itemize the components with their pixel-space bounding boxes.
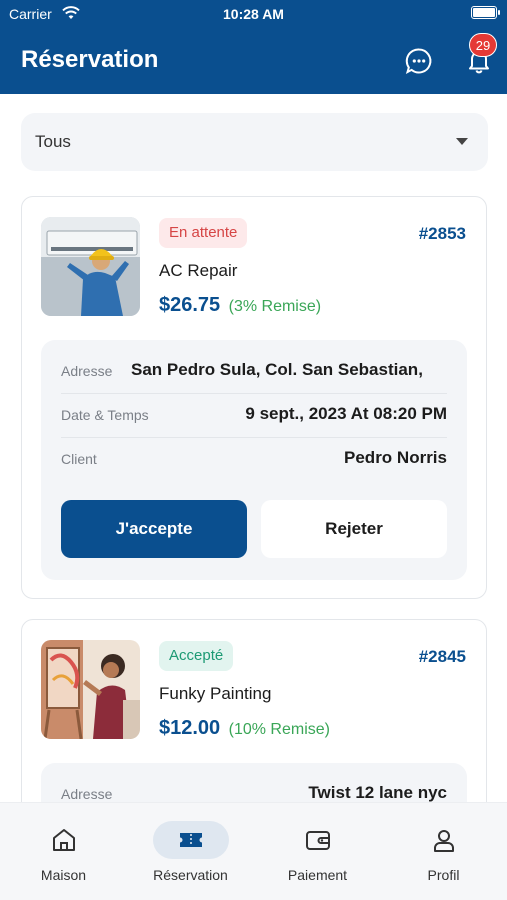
profile-icon (433, 830, 454, 852)
caret-down-icon (456, 138, 468, 145)
nav-label: Réservation (153, 867, 228, 883)
discount-label: (10% Remise) (228, 721, 330, 738)
notification-badge: 29 (469, 33, 497, 57)
client-value: Pedro Norris (344, 448, 447, 467)
booking-details-panel: Adresse San Pedro Sula, Col. San Sebasti… (41, 340, 467, 580)
nav-icon-wrap (406, 821, 482, 859)
status-bar: Carrier 10:28 AM (0, 0, 507, 30)
service-price: $12.00 (159, 717, 221, 739)
nav-icon-wrap (26, 821, 102, 859)
booking-id: #2853 (418, 224, 466, 243)
nav-label: Paiement (287, 867, 348, 883)
app-header: Carrier 10:28 AM Réservation 29 (0, 0, 507, 94)
datetime-row: Date & Temps 9 sept., 2023 At 08:20 PM (61, 393, 447, 437)
datetime-label: Date & Temps (61, 407, 149, 423)
nav-icon-wrap (152, 821, 229, 859)
bottom-nav: Maison Réservation Paiement Profil (0, 802, 507, 900)
client-label: Client (61, 451, 97, 467)
status-filter-dropdown[interactable]: Tous (21, 113, 488, 171)
nav-item-profile[interactable]: Profil (380, 803, 507, 900)
accept-button[interactable]: J'accepte (61, 500, 247, 558)
nav-label: Profil (427, 867, 460, 883)
service-price: $26.75 (159, 294, 221, 316)
price-line: $26.75 (3% Remise) (159, 294, 321, 317)
nav-label: Maison (40, 867, 87, 883)
reject-button[interactable]: Rejeter (261, 500, 447, 558)
page-title: Réservation (21, 46, 159, 73)
service-image-funky-painting (41, 640, 140, 739)
client-row: Client Pedro Norris (61, 437, 447, 481)
address-row: Adresse San Pedro Sula, Col. San Sebasti… (61, 349, 447, 393)
nav-icon-wrap (280, 821, 356, 859)
nav-item-home[interactable]: Maison (0, 803, 127, 900)
address-label: Adresse (61, 786, 113, 802)
service-image-ac-repair (41, 217, 140, 316)
address-label: Adresse (61, 363, 113, 379)
booking-card[interactable]: En attente #2853 AC Repair $26.75 (3% Re… (21, 196, 487, 599)
nav-item-payment[interactable]: Paiement (254, 803, 381, 900)
wallet-icon (305, 831, 330, 850)
price-line: $12.00 (10% Remise) (159, 717, 330, 740)
ticket-icon (179, 833, 202, 847)
battery-icon (471, 6, 500, 19)
discount-label: (3% Remise) (228, 298, 322, 315)
chat-button[interactable] (404, 46, 434, 76)
service-name: AC Repair (159, 261, 238, 280)
address-value: Twist 12 lane nyc (308, 783, 447, 802)
filter-selected-value: Tous (35, 132, 71, 151)
home-icon (52, 829, 75, 851)
service-name: Funky Painting (159, 684, 272, 703)
status-badge-accepted: Accepté (159, 641, 234, 671)
chat-icon (405, 48, 432, 74)
nav-item-reservation[interactable]: Réservation (127, 803, 254, 900)
status-badge-pending: En attente (159, 218, 248, 248)
booking-id: #2845 (418, 647, 466, 666)
datetime-value: 9 sept., 2023 At 08:20 PM (245, 404, 447, 423)
address-value: San Pedro Sula, Col. San Sebastian, (131, 360, 423, 379)
clock: 10:28 AM (223, 6, 284, 22)
